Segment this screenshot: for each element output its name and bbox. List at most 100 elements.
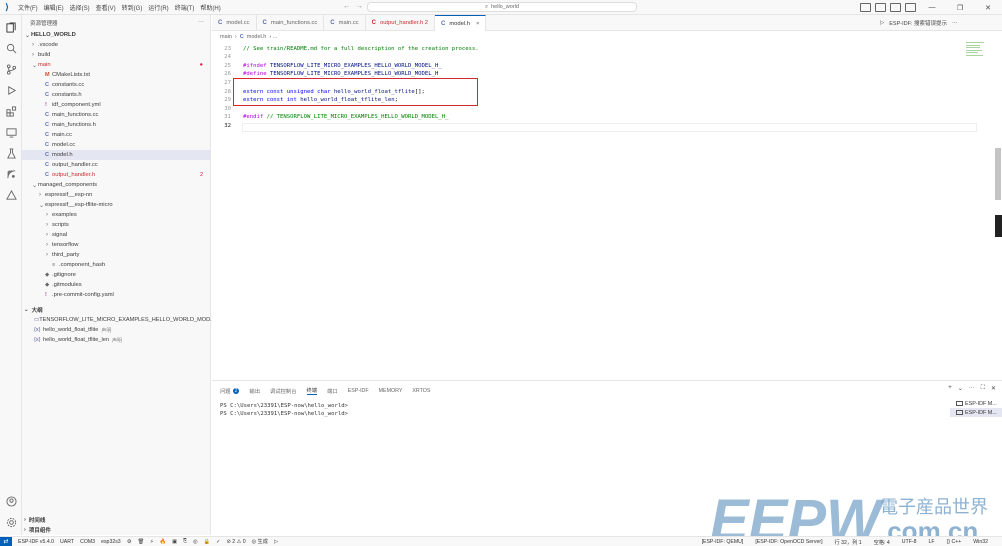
tree-item[interactable]: ⌄ espressif__esp-tflite-micro	[22, 200, 210, 210]
tree-item[interactable]: › examples	[22, 210, 210, 220]
minimize-button[interactable]: —	[918, 4, 946, 11]
run-debug-icon[interactable]	[5, 84, 17, 96]
panel-drag-handle[interactable]	[995, 215, 1002, 237]
tree-item[interactable]: Cmodel.h	[22, 150, 210, 160]
tree-item[interactable]: Cmain.cc	[22, 130, 210, 140]
account-icon[interactable]	[5, 495, 17, 507]
status-item[interactable]: [ESP-IDF: OpenOCD Server]	[755, 539, 822, 545]
panel-tab[interactable]: 终端	[306, 386, 318, 395]
status-item[interactable]: Win32	[973, 539, 988, 545]
status-item[interactable]: 🔥	[160, 538, 166, 545]
minimap[interactable]	[966, 42, 988, 62]
panel-tab[interactable]: ESP-IDF	[348, 388, 369, 394]
status-item[interactable]: ◎	[193, 538, 198, 545]
close-panel-icon[interactable]: ✕	[991, 385, 996, 392]
tree-item[interactable]: M CMakeLists.txt	[22, 70, 210, 80]
status-item[interactable]: COM3	[80, 538, 95, 545]
tree-item[interactable]: ◆ .gitmodules	[22, 280, 210, 290]
tree-item[interactable]: Cmodel.cc	[22, 140, 210, 150]
tree-item[interactable]: ! .pre-commit-config.yaml	[22, 290, 210, 300]
tree-item[interactable]: › .vscode	[22, 40, 210, 50]
esp-idf-search-error-button[interactable]: ESP-IDF: 搜索错误提示	[889, 19, 947, 27]
panel-tab[interactable]: 问题 2	[220, 387, 240, 395]
status-item[interactable]: esp32s3	[101, 538, 121, 545]
new-terminal-icon[interactable]: +	[948, 385, 952, 392]
menu-item[interactable]: 帮助(H)	[200, 3, 220, 12]
tree-item[interactable]: ◆ .gitignore	[22, 270, 210, 280]
menu-item[interactable]: 转到(G)	[122, 3, 143, 12]
status-item[interactable]: ⚙	[127, 538, 132, 545]
more-actions-icon[interactable]: ···	[198, 19, 204, 25]
panel-tab[interactable]: MEMORY	[379, 388, 403, 394]
tree-item[interactable]: › build	[22, 50, 210, 60]
maximize-panel-icon[interactable]: ⛶	[981, 385, 985, 392]
tree-item[interactable]: ! idf_component.yml	[22, 100, 210, 110]
code-line[interactable]: 31 #endif // TENSORFLOW_LITE_MICRO_EXAMPL…	[212, 113, 448, 122]
terminal-line[interactable]: PS C:\Users\23391\ESP-now\hello_world>	[220, 403, 348, 409]
breadcrumb-symbol[interactable]: › ...	[269, 34, 277, 40]
tree-item[interactable]: Cconstants.cc	[22, 80, 210, 90]
status-item[interactable]: 🔒	[204, 538, 210, 545]
menu-item[interactable]: 终端(T)	[175, 3, 195, 12]
more-actions-icon[interactable]: ···	[952, 20, 958, 26]
editor-tab[interactable]: Cmain.cc	[324, 15, 366, 31]
search-icon[interactable]	[5, 42, 17, 54]
status-item[interactable]: ▷	[274, 538, 278, 545]
settings-gear-icon[interactable]	[5, 516, 17, 528]
outline-item[interactable]: ▭ TENSORFLOW_LITE_MICRO_EXAMPLES_HELLO_WO…	[22, 315, 215, 325]
tree-item[interactable]: › signal	[22, 230, 210, 240]
tree-item[interactable]: › espressif__esp-nn	[22, 190, 210, 200]
tree-item[interactable]: ⌄ main ●	[22, 60, 210, 70]
remote-explorer-icon[interactable]	[5, 126, 17, 138]
panel-tab[interactable]: 输出	[249, 387, 260, 395]
terminal-dropdown-icon[interactable]: ⌄	[958, 385, 963, 392]
tree-item[interactable]: › scripts	[22, 220, 210, 230]
tree-item[interactable]: Cmain_functions.cc	[22, 110, 210, 120]
remote-indicator-icon[interactable]: ⇄	[0, 536, 12, 546]
tree-item[interactable]: ≡ .component_hash	[22, 260, 210, 270]
panel-tab[interactable]: 调试控制台	[270, 387, 297, 395]
layout-toggle-icon[interactable]	[860, 3, 871, 12]
status-item[interactable]: ✓	[216, 538, 220, 545]
menu-item[interactable]: 文件(F)	[18, 3, 38, 12]
menu-item[interactable]: 选择(S)	[70, 3, 90, 12]
run-icon[interactable]: ▷	[880, 20, 884, 26]
menu-item[interactable]: 查看(V)	[96, 3, 116, 12]
command-center-search[interactable]: ⌕ hello_world	[367, 2, 637, 12]
editor-tab[interactable]: Coutput_handler.h 2	[366, 15, 435, 31]
status-item[interactable]: ⎘	[183, 538, 187, 545]
editor-scrollbar[interactable]	[995, 148, 1001, 200]
testing-icon[interactable]	[5, 147, 17, 159]
explorer-icon[interactable]	[5, 21, 17, 33]
panel-toggle-icon[interactable]	[890, 3, 901, 12]
close-tab-icon[interactable]: ×	[476, 21, 479, 27]
panel-tab[interactable]: 端口	[327, 387, 338, 395]
menu-item[interactable]: 运行(R)	[148, 3, 168, 12]
extensions-icon[interactable]	[5, 105, 17, 117]
status-item[interactable]: 🗑	[137, 538, 144, 545]
terminal-list-item[interactable]: ESP-IDF M...	[950, 408, 1002, 417]
status-item[interactable]: ▣	[172, 538, 177, 545]
tree-item[interactable]: Coutput_handler.h 2	[22, 170, 210, 180]
tree-item[interactable]: ⌄ managed_components	[22, 180, 210, 190]
maximize-button[interactable]: ❐	[946, 4, 974, 12]
source-control-icon[interactable]	[5, 63, 17, 75]
more-actions-icon[interactable]: ···	[969, 385, 975, 392]
esp-idf-icon[interactable]	[5, 168, 17, 180]
back-arrow-icon[interactable]: ←	[343, 3, 350, 10]
editor-tab[interactable]: Cmodel.cc	[212, 15, 257, 31]
platformio-icon[interactable]	[5, 189, 17, 201]
outline-item[interactable]: {x} hello_world_float_tflite_len 声明	[22, 335, 211, 345]
sidebar-toggle-icon[interactable]	[875, 3, 886, 12]
tree-item[interactable]: Cconstants.h	[22, 90, 210, 100]
explorer-root-folder[interactable]: ⌄ HELLO_WORLD	[22, 30, 210, 40]
status-item[interactable]: UART	[60, 538, 74, 545]
status-item[interactable]: ◎ 生成	[252, 538, 268, 545]
outline-item[interactable]: {x} hello_world_float_tflite 声明	[22, 325, 211, 335]
panel-tab[interactable]: XRTOS	[412, 388, 430, 394]
code-line[interactable]: 32	[212, 121, 243, 130]
status-item[interactable]: ⊘ 2 ⚠ 0	[227, 538, 246, 545]
terminal-list-item[interactable]: ESP-IDF M...	[950, 399, 1002, 408]
editor-tab[interactable]: Cmain_functions.cc	[257, 15, 325, 31]
status-item[interactable]: [ESP-IDF: QEMU]	[702, 539, 744, 545]
